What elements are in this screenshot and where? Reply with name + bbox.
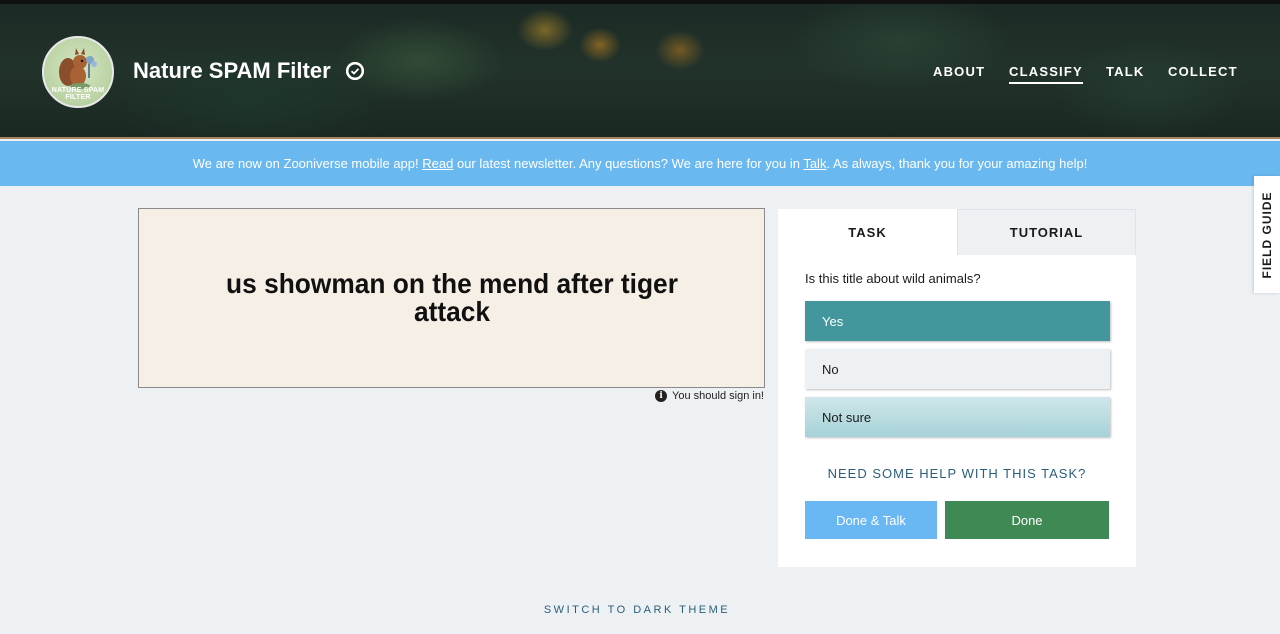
banner-talk-link[interactable]: Talk [803, 156, 826, 171]
top-strip [0, 0, 1280, 4]
tab-task[interactable]: TASK [778, 209, 957, 255]
project-logo[interactable]: NATURE SPAM FILTER [42, 36, 114, 108]
subject-title: us showman on the mend after tiger attac… [225, 268, 678, 327]
info-icon: i [655, 390, 668, 402]
task-question: Is this title about wild animals? [805, 271, 981, 286]
done-button[interactable]: Done [945, 501, 1109, 539]
field-guide-tab[interactable]: FIELD GUIDE [1254, 176, 1280, 293]
signin-note-text: You should sign in! [672, 390, 764, 402]
done-and-talk-button[interactable]: Done & Talk [805, 501, 937, 539]
tab-tutorial[interactable]: TUTORIAL [957, 209, 1136, 255]
logo-text: NATURE SPAM FILTER [51, 87, 105, 101]
subject-viewer[interactable]: us showman on the mend after tiger attac… [138, 208, 765, 388]
field-guide-label: FIELD GUIDE [1260, 190, 1274, 279]
banner-text-1: We are now on Zooniverse mobile app! [192, 156, 423, 171]
verified-badge-icon [346, 62, 364, 80]
banner-text-3: . As always, thank you for your amazing … [826, 156, 1088, 171]
nav-about[interactable]: ABOUT [933, 64, 985, 79]
project-title[interactable]: Nature SPAM Filter [133, 58, 331, 84]
banner-text-2: our latest newsletter. Any questions? We… [453, 156, 804, 171]
task-panel: TASK TUTORIAL Is this title about wild a… [778, 209, 1136, 567]
banner-read-link[interactable]: Read [422, 156, 453, 171]
task-help-link[interactable]: NEED SOME HELP WITH THIS TASK? [778, 466, 1136, 481]
nav-talk[interactable]: TALK [1106, 64, 1145, 79]
nav-collect[interactable]: COLLECT [1168, 64, 1238, 79]
project-header: NATURE SPAM FILTER Nature SPAM Filter AB… [0, 0, 1280, 139]
signin-note: i You should sign in! [655, 390, 764, 402]
answer-yes-button[interactable]: Yes [805, 301, 1110, 341]
answer-no-button[interactable]: No [805, 349, 1110, 389]
switch-theme-button[interactable]: SWITCH TO DARK THEME [0, 604, 1274, 616]
announcement-banner: We are now on Zooniverse mobile app! Rea… [0, 141, 1280, 186]
answer-not-sure-button[interactable]: Not sure [805, 397, 1110, 437]
nav-classify[interactable]: CLASSIFY [1009, 64, 1083, 84]
